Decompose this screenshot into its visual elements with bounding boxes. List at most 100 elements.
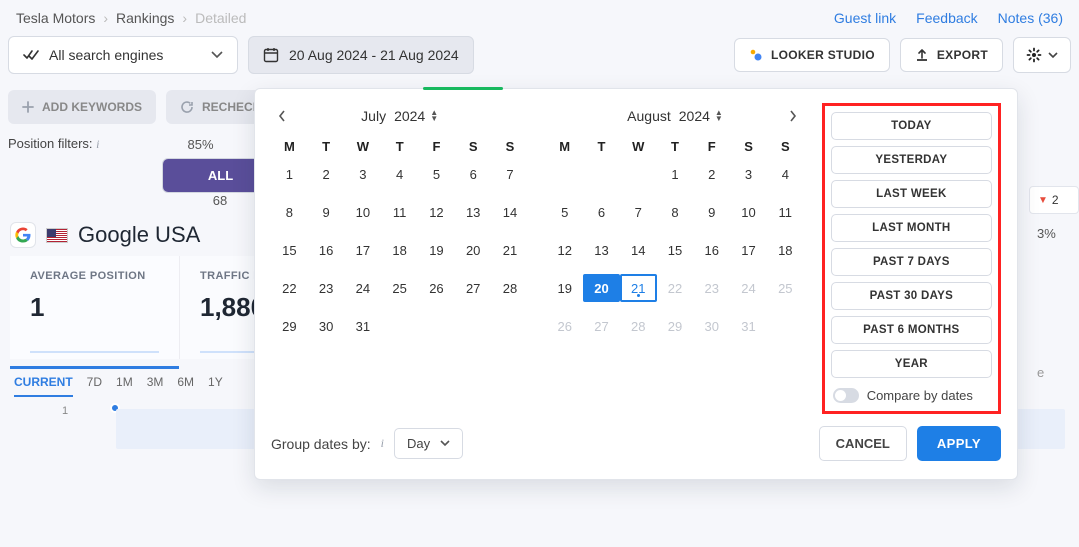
preset-last-month[interactable]: Last month (831, 214, 992, 242)
preset-last-week[interactable]: Last week (831, 180, 992, 208)
group-by-select[interactable]: Day (394, 428, 463, 459)
guest-link[interactable]: Guest link (834, 10, 896, 26)
day-cell[interactable]: 23 (308, 274, 345, 302)
day-cell[interactable]: 24 (345, 274, 382, 302)
day-cell[interactable]: 27 (455, 274, 492, 302)
day-cell[interactable]: 1 (657, 160, 694, 188)
day-cell[interactable]: 6 (583, 198, 620, 226)
day-cell[interactable]: 5 (546, 198, 583, 226)
day-cell[interactable]: 2 (693, 160, 730, 188)
looker-studio-button[interactable]: LOOKER STUDIO (734, 38, 890, 72)
period-current[interactable]: CURRENT (14, 375, 73, 397)
day-cell[interactable]: 12 (546, 236, 583, 264)
day-cell[interactable]: 26 (546, 312, 583, 340)
day-cell[interactable]: 13 (455, 198, 492, 226)
day-cell[interactable]: 31 (345, 312, 382, 340)
day-cell[interactable]: 18 (767, 236, 804, 264)
day-cell[interactable]: 31 (730, 312, 767, 340)
day-cell[interactable]: 1 (271, 160, 308, 188)
day-cell[interactable]: 13 (583, 236, 620, 264)
cancel-button[interactable]: CANCEL (819, 426, 907, 461)
day-cell[interactable]: 21 (620, 274, 657, 302)
day-cell[interactable]: 16 (308, 236, 345, 264)
day-cell[interactable]: 4 (767, 160, 804, 188)
preset-year[interactable]: Year (831, 350, 992, 378)
day-cell[interactable]: 27 (583, 312, 620, 340)
day-cell[interactable]: 4 (381, 160, 418, 188)
chevron-right-icon: › (182, 10, 187, 26)
search-engine-select[interactable]: All search engines (8, 36, 238, 74)
day-cell[interactable]: 7 (492, 160, 529, 188)
info-icon[interactable]: i (96, 137, 99, 151)
day-cell[interactable]: 22 (271, 274, 308, 302)
settings-button[interactable] (1013, 37, 1071, 73)
day-cell[interactable]: 3 (345, 160, 382, 188)
day-cell[interactable]: 19 (418, 236, 455, 264)
day-cell[interactable]: 29 (271, 312, 308, 340)
day-cell[interactable]: 16 (693, 236, 730, 264)
crumb-project[interactable]: Tesla Motors (16, 10, 95, 26)
day-cell[interactable]: 5 (418, 160, 455, 188)
day-cell[interactable]: 10 (730, 198, 767, 226)
info-icon[interactable]: i (381, 436, 384, 451)
next-month-button[interactable] (782, 105, 804, 127)
day-cell[interactable]: 2 (308, 160, 345, 188)
export-button[interactable]: EXPORT (900, 38, 1003, 72)
day-cell[interactable]: 20 (455, 236, 492, 264)
day-cell[interactable]: 12 (418, 198, 455, 226)
day-cell[interactable]: 18 (381, 236, 418, 264)
stat-avg-position[interactable]: AVERAGE POSITION 1 (10, 256, 180, 359)
preset-past-7-days[interactable]: Past 7 days (831, 248, 992, 276)
year-select[interactable]: 2024 ▲▼ (679, 108, 723, 124)
day-cell[interactable]: 9 (308, 198, 345, 226)
day-cell[interactable]: 14 (620, 236, 657, 264)
day-cell[interactable]: 30 (308, 312, 345, 340)
add-keywords-button[interactable]: ADD KEYWORDS (8, 90, 156, 124)
preset-yesterday[interactable]: Yesterday (831, 146, 992, 174)
year-select[interactable]: 2024 ▲▼ (394, 108, 438, 124)
crumb-section[interactable]: Rankings (116, 10, 174, 26)
day-cell[interactable]: 26 (418, 274, 455, 302)
apply-button[interactable]: APPLY (917, 426, 1001, 461)
preset-today[interactable]: Today (831, 112, 992, 140)
period-1y[interactable]: 1Y (208, 375, 223, 397)
day-cell[interactable]: 28 (492, 274, 529, 302)
day-cell[interactable]: 28 (620, 312, 657, 340)
day-cell[interactable]: 9 (693, 198, 730, 226)
day-cell[interactable]: 15 (657, 236, 694, 264)
day-cell[interactable]: 10 (345, 198, 382, 226)
day-cell[interactable]: 25 (381, 274, 418, 302)
day-cell[interactable]: 24 (730, 274, 767, 302)
preset-past-6-months[interactable]: Past 6 months (831, 316, 992, 344)
day-cell[interactable]: 20 (583, 274, 620, 302)
prev-month-button[interactable] (271, 105, 293, 127)
day-cell[interactable]: 15 (271, 236, 308, 264)
day-cell[interactable]: 17 (730, 236, 767, 264)
feedback-link[interactable]: Feedback (916, 10, 977, 26)
day-cell[interactable]: 23 (693, 274, 730, 302)
period-3m[interactable]: 3M (147, 375, 164, 397)
day-cell[interactable]: 14 (492, 198, 529, 226)
day-cell[interactable]: 30 (693, 312, 730, 340)
period-1m[interactable]: 1M (116, 375, 133, 397)
day-cell[interactable]: 3 (730, 160, 767, 188)
day-cell[interactable]: 17 (345, 236, 382, 264)
period-7d[interactable]: 7D (87, 375, 102, 397)
preset-past-30-days[interactable]: Past 30 days (831, 282, 992, 310)
day-cell[interactable]: 29 (657, 312, 694, 340)
date-range-button[interactable]: 20 Aug 2024 - 21 Aug 2024 (248, 36, 474, 74)
compare-toggle[interactable] (833, 388, 859, 403)
day-cell[interactable]: 21 (492, 236, 529, 264)
day-cell[interactable]: 6 (455, 160, 492, 188)
period-6m[interactable]: 6M (177, 375, 194, 397)
day-cell[interactable]: 19 (546, 274, 583, 302)
dow-cell: F (693, 139, 730, 154)
day-cell[interactable]: 8 (271, 198, 308, 226)
notes-link[interactable]: Notes (36) (998, 10, 1063, 26)
day-cell[interactable]: 11 (767, 198, 804, 226)
day-cell[interactable]: 8 (657, 198, 694, 226)
day-cell[interactable]: 7 (620, 198, 657, 226)
day-cell[interactable]: 11 (381, 198, 418, 226)
day-cell[interactable]: 22 (657, 274, 694, 302)
day-cell[interactable]: 25 (767, 274, 804, 302)
